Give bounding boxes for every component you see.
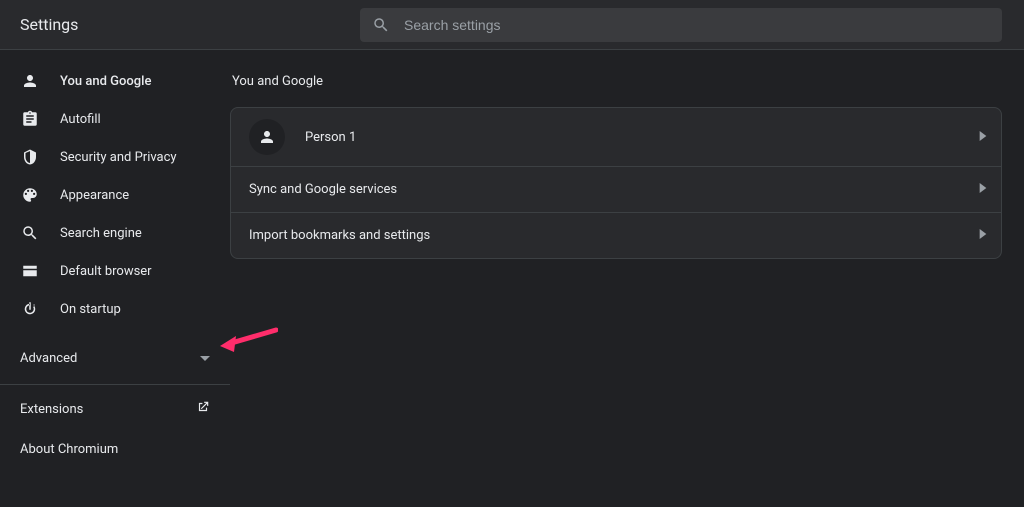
row-label: Import bookmarks and settings <box>249 228 430 243</box>
sidebar-divider <box>0 384 230 385</box>
row-import[interactable]: Import bookmarks and settings <box>231 212 1001 258</box>
external-link-icon <box>196 400 210 418</box>
sidebar-item-search-engine[interactable]: Search engine <box>0 214 230 252</box>
extensions-label: Extensions <box>20 402 83 417</box>
main-content: You and Google Person 1 Sync and Google … <box>230 50 1024 507</box>
shield-icon <box>20 147 40 167</box>
settings-card: Person 1 Sync and Google services Import… <box>230 107 1002 259</box>
search-wrap <box>360 8 1024 42</box>
sidebar: You and Google Autofill Security and Pri… <box>0 50 230 507</box>
sidebar-item-label: Security and Privacy <box>60 150 177 165</box>
avatar <box>249 119 285 155</box>
chevron-right-icon <box>979 182 987 197</box>
about-label: About Chromium <box>20 442 118 457</box>
sidebar-item-label: Appearance <box>60 188 129 203</box>
sidebar-item-on-startup[interactable]: On startup <box>0 290 230 328</box>
person-icon <box>20 71 40 91</box>
person-icon <box>258 128 276 146</box>
chevron-right-icon <box>979 130 987 145</box>
sidebar-item-security[interactable]: Security and Privacy <box>0 138 230 176</box>
sidebar-item-label: Autofill <box>60 112 101 127</box>
row-sync[interactable]: Sync and Google services <box>231 166 1001 212</box>
sidebar-item-label: Default browser <box>60 264 152 279</box>
sidebar-advanced-toggle[interactable]: Advanced <box>0 336 230 380</box>
chevron-right-icon <box>979 228 987 243</box>
search-icon <box>20 223 40 243</box>
search-box[interactable] <box>360 8 1002 42</box>
profile-row[interactable]: Person 1 <box>231 108 1001 166</box>
palette-icon <box>20 185 40 205</box>
autofill-icon <box>20 109 40 129</box>
header: Settings <box>0 0 1024 50</box>
chevron-down-icon <box>200 356 210 361</box>
sidebar-item-default-browser[interactable]: Default browser <box>0 252 230 290</box>
search-icon <box>372 16 390 34</box>
browser-icon <box>20 261 40 281</box>
search-input[interactable] <box>404 17 990 33</box>
sidebar-item-about[interactable]: About Chromium <box>0 429 230 469</box>
sidebar-item-you-and-google[interactable]: You and Google <box>0 62 230 100</box>
section-title: You and Google <box>230 74 1002 89</box>
power-icon <box>20 299 40 319</box>
row-label: Sync and Google services <box>249 182 397 197</box>
sidebar-item-appearance[interactable]: Appearance <box>0 176 230 214</box>
advanced-label: Advanced <box>20 351 77 366</box>
page-title: Settings <box>0 15 360 34</box>
sidebar-item-label: On startup <box>60 302 121 317</box>
profile-name: Person 1 <box>305 130 356 145</box>
sidebar-item-label: You and Google <box>60 74 151 89</box>
sidebar-item-autofill[interactable]: Autofill <box>0 100 230 138</box>
sidebar-item-label: Search engine <box>60 226 142 241</box>
sidebar-item-extensions[interactable]: Extensions <box>0 389 230 429</box>
